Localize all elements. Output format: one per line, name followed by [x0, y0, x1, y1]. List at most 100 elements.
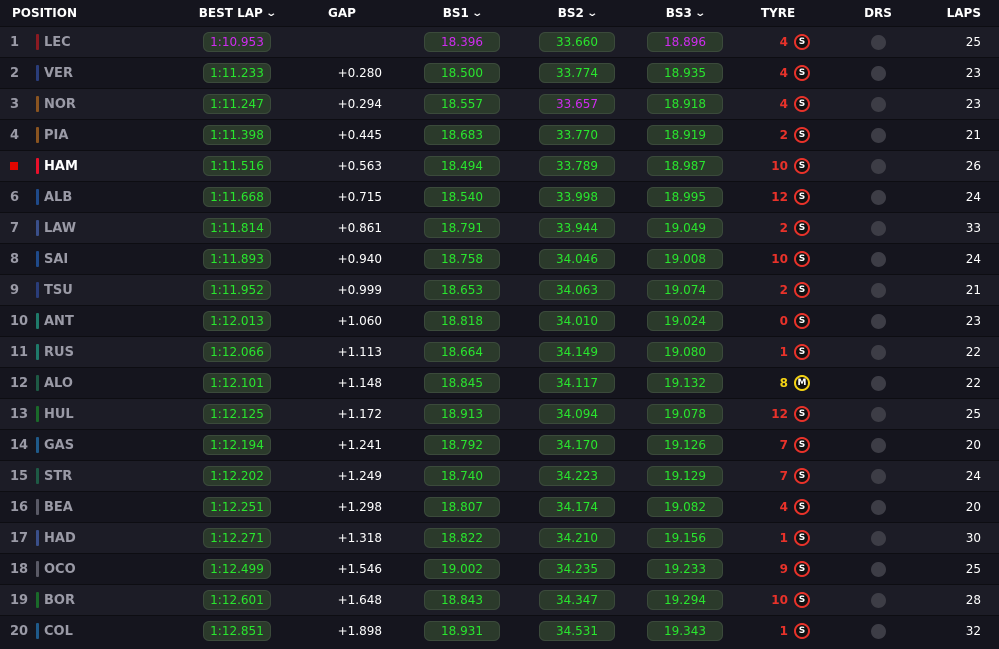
position-cell: 4 [0, 120, 32, 150]
driver-code[interactable]: STR [42, 461, 172, 491]
bs2-time: 34.010 [539, 311, 615, 331]
driver-row[interactable]: 16 BEA 1:12.251 +1.298 18.807 34.174 19.082 4 S 2… [0, 491, 999, 522]
driver-row[interactable]: 8 SAI 1:11.893 +0.940 18.758 34.046 19.008 10 S 2… [0, 243, 999, 274]
bs1-cell: 18.557 [402, 89, 522, 119]
header-gap[interactable]: GAP [302, 0, 382, 26]
driver-code[interactable]: VER [42, 58, 172, 88]
bs1-cell: 18.792 [402, 430, 522, 460]
driver-row[interactable]: 20 COL 1:12.851 +1.898 18.931 34.531 19.343 1 S 3… [0, 615, 999, 646]
bs2-time: 33.770 [539, 125, 615, 145]
driver-row[interactable]: 2 VER 1:11.233 +0.280 18.500 33.774 18.935 4 S 23 [0, 57, 999, 88]
bs2-time: 34.149 [539, 342, 615, 362]
gap-value: +1.113 [337, 345, 382, 359]
driver-code[interactable]: ANT [42, 306, 172, 336]
driver-code[interactable]: GAS [42, 430, 172, 460]
position-number: 1 [10, 34, 20, 50]
soft-tyre-icon: S [794, 468, 810, 484]
driver-row[interactable]: 6 ALB 1:11.668 +0.715 18.540 33.998 18.995 12 S 2… [0, 181, 999, 212]
soft-tyre-icon: S [794, 220, 810, 236]
driver-row[interactable]: 9 TSU 1:11.952 +0.999 18.653 34.063 19.074 2 S 21 [0, 274, 999, 305]
driver-code[interactable]: HAD [42, 523, 172, 553]
position-number: 16 [10, 499, 29, 515]
position-number: 18 [10, 561, 29, 577]
driver-row[interactable]: 13 HUL 1:12.125 +1.172 18.913 34.094 19.078 12 S… [0, 398, 999, 429]
drs-indicator-icon [870, 34, 886, 50]
driver-code[interactable]: RUS [42, 337, 172, 367]
driver-code[interactable]: SAI [42, 244, 172, 274]
position-number: 8 [10, 251, 20, 267]
driver-code[interactable]: OCO [42, 554, 172, 584]
header-bs1[interactable]: BS1 ⌄ [402, 0, 522, 26]
best-lap-cell: 1:11.668 [172, 182, 302, 212]
soft-tyre-icon: S [794, 344, 810, 360]
best-lap-cell: 1:12.066 [172, 337, 302, 367]
bs1-time: 18.913 [424, 404, 500, 424]
driver-row[interactable]: 12 ALO 1:12.101 +1.148 18.845 34.117 19.132 8 M 2… [0, 367, 999, 398]
driver-row[interactable]: 4 PIA 1:11.398 +0.445 18.683 33.770 18.919 2 S 21 [0, 119, 999, 150]
best-lap-cell: 1:12.851 [172, 616, 302, 646]
best-lap-time: 1:12.066 [203, 342, 271, 362]
team-color-cell [32, 337, 42, 367]
header-best-lap[interactable]: BEST LAP ⌄ [172, 0, 302, 26]
gap-value: +0.563 [337, 159, 382, 173]
laps-value: 22 [965, 376, 981, 390]
bs1-time: 18.396 [424, 32, 500, 52]
bs3-cell: 19.126 [632, 430, 738, 460]
bs3-time: 18.919 [647, 125, 723, 145]
gap-value: +0.999 [337, 283, 382, 297]
driver-code[interactable]: BOR [42, 585, 172, 615]
bs3-time: 19.156 [647, 528, 723, 548]
gap-value: +1.060 [337, 314, 382, 328]
driver-code[interactable]: ALB [42, 182, 172, 212]
bs2-time: 34.531 [539, 621, 615, 641]
tyre-age: 4 [779, 66, 788, 80]
team-color-cell [32, 151, 42, 181]
tyre-age: 1 [779, 531, 788, 545]
drs-indicator-icon [870, 282, 886, 298]
driver-code[interactable]: COL [42, 616, 172, 646]
header-drs[interactable]: DRS [818, 0, 938, 26]
driver-row[interactable]: 19 BOR 1:12.601 +1.648 18.843 34.347 19.294 10 S… [0, 584, 999, 615]
driver-code[interactable]: TSU [42, 275, 172, 305]
bs2-cell: 34.210 [522, 523, 632, 553]
position-cell: 16 [0, 492, 32, 522]
team-color-bar [35, 437, 39, 453]
driver-row[interactable]: 1 LEC 1:10.953 18.396 33.660 18.896 4 S 25 [0, 26, 999, 57]
bs3-cell: 18.896 [632, 27, 738, 57]
driver-code[interactable]: PIA [42, 120, 172, 150]
drs-cell [818, 585, 938, 615]
drs-indicator-icon [870, 96, 886, 112]
tyre-age: 12 [771, 190, 788, 204]
driver-code[interactable]: HUL [42, 399, 172, 429]
driver-row[interactable]: 14 GAS 1:12.194 +1.241 18.792 34.170 19.126 7 S 2… [0, 429, 999, 460]
driver-code[interactable]: ALO [42, 368, 172, 398]
bs1-cell: 18.494 [402, 151, 522, 181]
driver-code[interactable]: NOR [42, 89, 172, 119]
position-cell: 14 [0, 430, 32, 460]
timing-header: POSITION BEST LAP ⌄ GAP BS1 ⌄ BS2 ⌄ BS3 … [0, 0, 999, 26]
driver-row[interactable]: 10 ANT 1:12.013 +1.060 18.818 34.010 19.024 0 S 2… [0, 305, 999, 336]
driver-code[interactable]: LEC [42, 27, 172, 57]
team-color-bar [35, 313, 39, 329]
driver-code[interactable]: HAM [42, 151, 172, 181]
best-lap-time: 1:12.125 [203, 404, 271, 424]
driver-row[interactable]: 18 OCO 1:12.499 +1.546 19.002 34.235 19.233 9 S 2… [0, 553, 999, 584]
team-color-cell [32, 27, 42, 57]
driver-row[interactable]: 15 STR 1:12.202 +1.249 18.740 34.223 19.129 7 S 2… [0, 460, 999, 491]
header-bs3[interactable]: BS3 ⌄ [632, 0, 738, 26]
driver-code[interactable]: LAW [42, 213, 172, 243]
bs1-cell: 18.664 [402, 337, 522, 367]
tyre-cell: 7S [738, 430, 818, 460]
laps-value: 23 [965, 97, 981, 111]
header-tyre[interactable]: TYRE [738, 0, 818, 26]
driver-row[interactable]: HAM 1:11.516 +0.563 18.494 33.789 18.987 10 S 26 [0, 150, 999, 181]
header-bs2[interactable]: BS2 ⌄ [522, 0, 632, 26]
gap-value: +1.648 [337, 593, 382, 607]
header-position[interactable]: POSITION [0, 0, 172, 26]
header-laps[interactable]: LAPS [938, 0, 999, 26]
driver-code[interactable]: BEA [42, 492, 172, 522]
driver-row[interactable]: 11 RUS 1:12.066 +1.113 18.664 34.149 19.080 1 S 2… [0, 336, 999, 367]
driver-row[interactable]: 7 LAW 1:11.814 +0.861 18.791 33.944 19.049 2 S 33 [0, 212, 999, 243]
driver-row[interactable]: 17 HAD 1:12.271 +1.318 18.822 34.210 19.156 1 S 3… [0, 522, 999, 553]
driver-row[interactable]: 3 NOR 1:11.247 +0.294 18.557 33.657 18.918 4 S 23 [0, 88, 999, 119]
